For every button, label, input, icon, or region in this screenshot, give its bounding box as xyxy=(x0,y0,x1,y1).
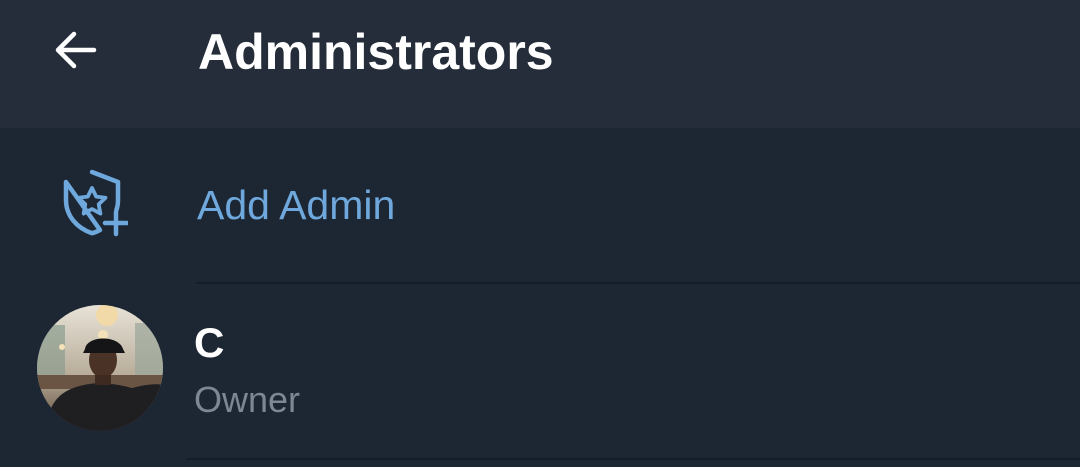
page-title: Administrators xyxy=(198,24,554,80)
avatar xyxy=(37,305,163,431)
admin-role: Owner xyxy=(194,379,301,420)
shield-star-plus-icon xyxy=(63,169,128,237)
top-app-bar: Administrators xyxy=(0,0,1080,128)
arrow-left-icon xyxy=(55,31,97,69)
admin-name: C xyxy=(194,319,225,366)
administrators-screen: Administrators Add Admin C Owner xyxy=(0,0,1080,467)
avatar-photo xyxy=(37,305,163,431)
admin-list-item[interactable]: C Owner xyxy=(0,284,1080,458)
divider xyxy=(186,458,1080,460)
add-admin-button[interactable]: Add Admin xyxy=(0,128,1080,282)
back-button[interactable] xyxy=(36,10,116,90)
add-admin-label: Add Admin xyxy=(197,182,396,228)
